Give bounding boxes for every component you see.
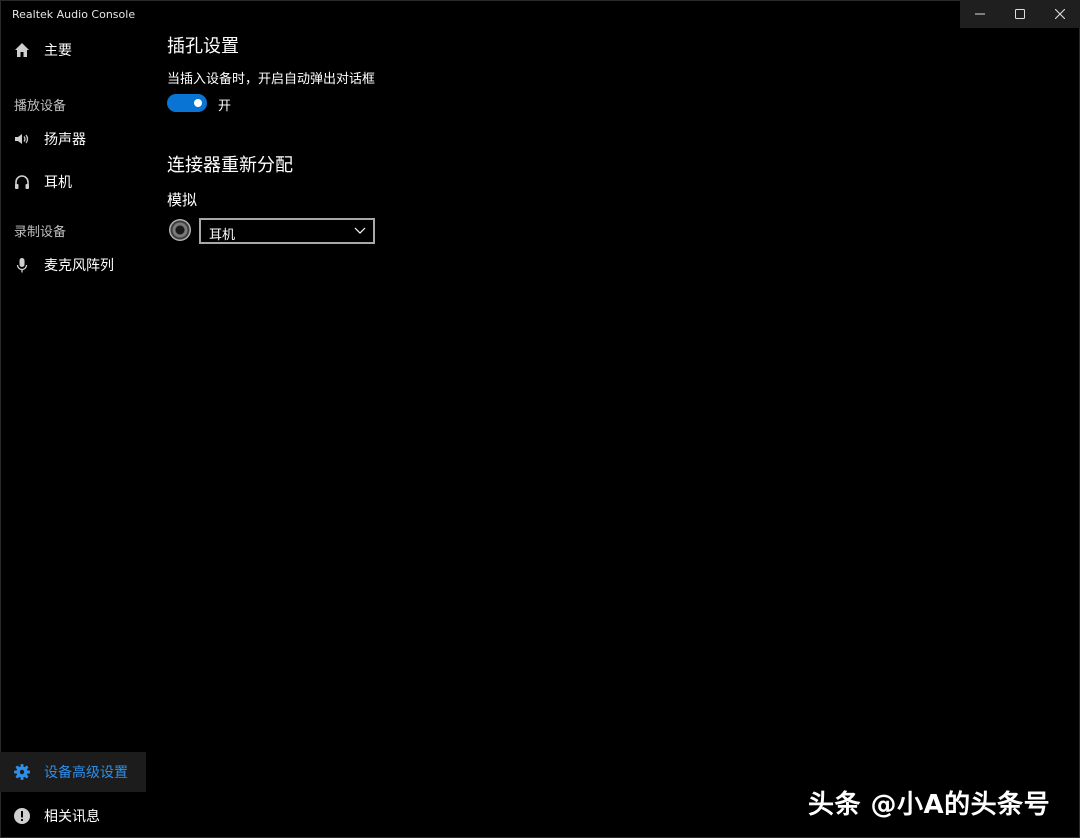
title-bar: Realtek Audio Console: [0, 0, 1080, 30]
sidebar-item-label: 扬声器: [44, 132, 86, 148]
sidebar-item-label: 麦克风阵列: [44, 258, 114, 274]
sidebar: 主要 播放设备 扬声器 耳机 录制设备 麦克风阵列 设备高级设置 相关讯息: [0, 30, 146, 836]
toggle-knob: [194, 99, 202, 107]
watermark-text: 头条 @小A的头条号: [808, 790, 1051, 820]
sidebar-item-label: 设备高级设置: [44, 765, 128, 781]
chevron-down-icon: [354, 227, 366, 234]
minimize-button[interactable]: [960, 0, 1000, 28]
sidebar-header-playback: 播放设备: [14, 99, 67, 114]
sidebar-item-label: 耳机: [44, 175, 72, 191]
sidebar-item-speakers[interactable]: 扬声器: [0, 119, 146, 159]
maximize-icon: [1015, 9, 1025, 19]
app-title: Realtek Audio Console: [12, 8, 136, 21]
info-icon: [14, 808, 30, 824]
sidebar-item-advanced-settings[interactable]: 设备高级设置: [0, 752, 146, 792]
app-window: [0, 0, 1080, 838]
popup-toggle-state: 开: [218, 99, 232, 114]
gear-icon: [14, 764, 30, 780]
close-button[interactable]: [1040, 0, 1080, 28]
sidebar-item-headphones[interactable]: 耳机: [0, 162, 146, 202]
sidebar-item-label: 相关讯息: [44, 809, 100, 825]
popup-toggle[interactable]: [167, 94, 207, 112]
window-controls: [960, 0, 1080, 28]
sidebar-header-recording: 录制设备: [14, 225, 67, 240]
speaker-icon: [15, 134, 29, 144]
close-icon: [1055, 9, 1065, 19]
connector-select[interactable]: 耳机: [199, 218, 375, 244]
minimize-icon: [975, 13, 985, 15]
headphones-icon: [15, 175, 29, 189]
maximize-button[interactable]: [1000, 0, 1040, 28]
audio-jack-icon: [169, 219, 191, 241]
sidebar-item-home[interactable]: 主要: [0, 30, 146, 70]
popup-description: 当插入设备时，开启自动弹出对话框: [167, 72, 376, 87]
home-icon: [15, 43, 29, 57]
sidebar-item-label: 主要: [44, 43, 72, 59]
jack-settings-title: 插孔设置: [167, 36, 239, 57]
connector-select-value: 耳机: [209, 228, 236, 243]
analog-label: 模拟: [167, 191, 198, 209]
microphone-icon: [16, 258, 28, 273]
sidebar-item-mic-array[interactable]: 麦克风阵列: [0, 245, 146, 285]
connector-reassign-title: 连接器重新分配: [167, 155, 293, 176]
sidebar-item-info[interactable]: 相关讯息: [0, 796, 146, 836]
